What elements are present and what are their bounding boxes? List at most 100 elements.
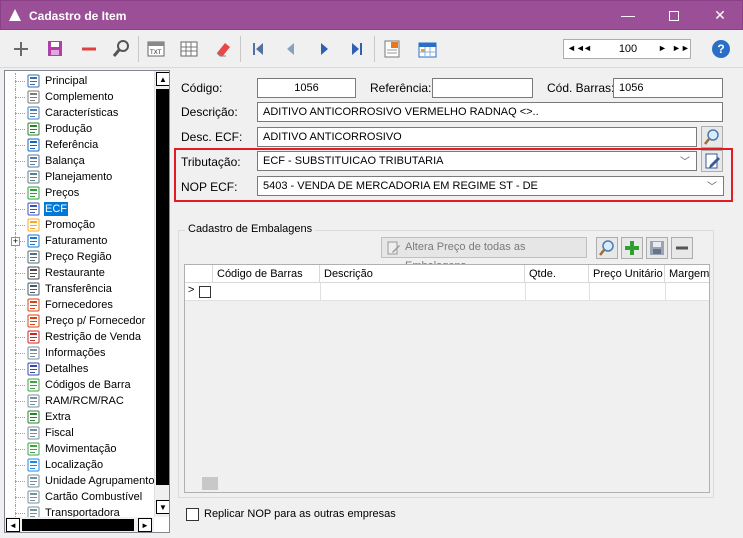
grid-icon[interactable] xyxy=(178,39,200,59)
tree-item[interactable]: Cartão Combustível xyxy=(5,489,155,505)
tree-item[interactable]: + Faturamento xyxy=(5,233,155,249)
tree-item[interactable]: Restrição de Venda xyxy=(5,329,155,345)
nav-prev-button[interactable]: ◄ xyxy=(583,43,592,53)
col-header-qtde[interactable]: Qtde. xyxy=(525,265,589,283)
tree-item[interactable]: Transportadora xyxy=(5,505,155,517)
tree-line xyxy=(15,209,25,210)
row-checkbox[interactable] xyxy=(199,286,211,298)
nop-ecf-label: NOP ECF: xyxy=(181,180,238,194)
tree-item[interactable]: Fiscal xyxy=(5,425,155,441)
chart-icon xyxy=(26,442,41,456)
add-icon[interactable] xyxy=(10,39,32,59)
eraser-icon[interactable] xyxy=(212,39,234,59)
tributacao-select[interactable]: ECF - SUBSTITUICAO TRIBUTARIA ﹀ xyxy=(257,151,697,171)
grid-horizontal-scrollbar[interactable] xyxy=(185,475,709,492)
tree-line xyxy=(15,497,25,498)
navigation-tree: Principal Complemento Características Produ… xyxy=(4,70,170,533)
col-header-preco[interactable]: Preço Unitário xyxy=(589,265,665,283)
tree-line xyxy=(15,321,25,322)
txt-export-icon[interactable]: TXT xyxy=(145,39,167,59)
scroll-thumb[interactable] xyxy=(156,89,169,485)
search-icon[interactable] xyxy=(110,39,132,59)
tree-horizontal-scrollbar[interactable]: ◄ ► xyxy=(5,517,154,532)
save-embalagem-button[interactable] xyxy=(646,237,668,259)
tree-item[interactable]: Unidade Agrupamento xyxy=(5,473,155,489)
tree-item[interactable]: Balança xyxy=(5,153,155,169)
info-doc-icon xyxy=(26,346,41,360)
tributacao-label: Tributação: xyxy=(181,155,241,169)
report-icon[interactable] xyxy=(381,39,403,59)
tree-line xyxy=(15,513,25,514)
descricao-input[interactable]: ADITIVO ANTICORROSIVO VERMELHO RADNAQ <>… xyxy=(257,102,723,122)
tree-item[interactable]: Produção xyxy=(5,121,155,137)
scroll-up-icon[interactable]: ▲ xyxy=(156,72,169,86)
scroll-down-icon[interactable]: ▼ xyxy=(156,500,169,514)
remove-icon[interactable] xyxy=(78,39,100,59)
printer-icon xyxy=(26,202,41,216)
first-record-icon[interactable] xyxy=(247,39,269,59)
tree-item[interactable]: Movimentação xyxy=(5,441,155,457)
cell-divider xyxy=(665,283,666,301)
hscroll-thumb[interactable] xyxy=(22,519,134,531)
maximize-button[interactable] xyxy=(651,1,697,30)
tree-item[interactable]: Restaurante xyxy=(5,265,155,281)
close-button[interactable]: ✕ xyxy=(697,1,743,30)
tree-item[interactable]: Detalhes xyxy=(5,361,155,377)
tree-item[interactable]: RAM/RCM/RAC xyxy=(5,393,155,409)
col-header-margem[interactable]: Margem xyxy=(665,265,709,283)
replicar-nop-checkbox[interactable] xyxy=(186,508,199,521)
cod-barras-input[interactable]: 1056 xyxy=(613,78,723,98)
people-icon xyxy=(26,314,41,328)
tree-item[interactable]: Principal xyxy=(5,73,155,89)
referencia-input[interactable] xyxy=(432,78,533,98)
tree-item[interactable]: Preços xyxy=(5,185,155,201)
tree-item[interactable]: Características xyxy=(5,105,155,121)
tree-item[interactable]: Promoção xyxy=(5,217,155,233)
maximize-icon xyxy=(669,11,679,22)
tree-line xyxy=(15,353,25,354)
tree-item[interactable]: ECF xyxy=(5,201,155,217)
tree-item[interactable]: Extra xyxy=(5,409,155,425)
nav-next-button[interactable]: ► xyxy=(658,43,667,53)
help-button[interactable]: ? xyxy=(712,40,730,58)
desc-ecf-input[interactable]: ADITIVO ANTICORROSIVO xyxy=(257,127,697,147)
minimize-button[interactable]: — xyxy=(605,1,651,30)
add-embalagem-button[interactable] xyxy=(621,237,643,259)
tree-vertical-scrollbar[interactable]: ▲ ▼ xyxy=(154,71,169,517)
tree-item[interactable]: Informações xyxy=(5,345,155,361)
tree-item[interactable]: Referência xyxy=(5,137,155,153)
last-record-icon[interactable] xyxy=(346,39,368,59)
nop-ecf-select[interactable]: 5403 - VENDA DE MERCADORIA EM REGIME ST … xyxy=(257,176,724,196)
next-record-icon[interactable] xyxy=(313,39,335,59)
tree-item[interactable]: Planejamento xyxy=(5,169,155,185)
altera-preco-button[interactable]: Altera Preço de todas as Embalagens xyxy=(381,237,587,272)
lookup-desc-button[interactable] xyxy=(701,126,723,148)
edit-tributacao-button[interactable] xyxy=(701,150,723,172)
table-row[interactable]: > xyxy=(185,283,709,301)
tree-item[interactable]: Transferência xyxy=(5,281,155,297)
tree-item[interactable]: Preço p/ Fornecedor xyxy=(5,313,155,329)
tree-line xyxy=(15,129,25,130)
tree-item[interactable]: Códigos de Barra xyxy=(5,377,155,393)
search-embalagem-button[interactable] xyxy=(596,237,618,259)
col-header-codigo[interactable]: Código de Barras xyxy=(213,265,320,283)
tree-item-label: Restrição de Venda xyxy=(45,331,142,343)
remove-embalagem-button[interactable] xyxy=(671,237,693,259)
tree-item[interactable]: Complemento xyxy=(5,89,155,105)
expand-icon[interactable]: + xyxy=(11,237,20,246)
col-header-descricao[interactable]: Descrição xyxy=(320,265,525,283)
save-icon[interactable] xyxy=(44,39,66,59)
grid-scroll-thumb[interactable] xyxy=(202,477,218,490)
nav-last-button[interactable]: ►► xyxy=(672,43,690,53)
record-number-input[interactable]: 100 xyxy=(604,43,652,55)
scroll-left-icon[interactable]: ◄ xyxy=(6,518,20,532)
scroll-right-icon[interactable]: ► xyxy=(138,518,152,532)
tree-item[interactable]: Fornecedores xyxy=(5,297,155,313)
tree-item-label: Transportadora xyxy=(45,507,120,517)
tree-item[interactable]: Localização xyxy=(5,457,155,473)
calendar-grid-icon[interactable] xyxy=(416,39,438,59)
toolbar-separator xyxy=(240,36,241,62)
prev-record-icon[interactable] xyxy=(280,39,302,59)
codigo-input[interactable]: 1056 xyxy=(257,78,356,98)
tree-item[interactable]: Preço Região xyxy=(5,249,155,265)
